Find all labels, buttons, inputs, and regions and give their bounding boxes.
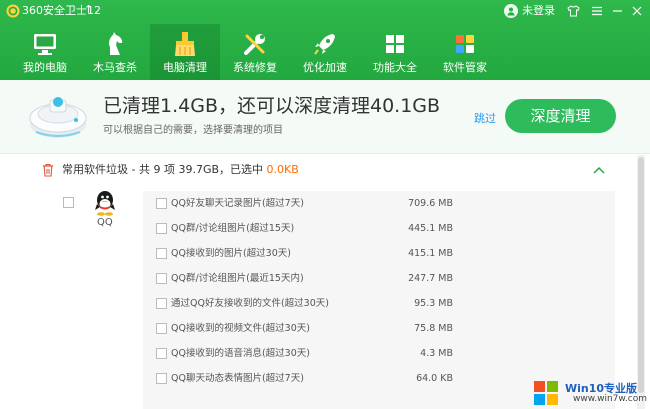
item-name: QQ接收到的语音消息(超过30天) [171, 348, 310, 359]
watermark: Win10专业版 www.win7w.com [533, 380, 650, 409]
qq-select-checkbox[interactable] [63, 197, 74, 208]
item-checkbox[interactable] [156, 248, 167, 259]
cleanup-banner: 已清理1.4GB，还可以深度清理40.1GB 可以根据自己的需要，选择要清理的项… [0, 80, 650, 154]
item-size: 247.7 MB [408, 273, 453, 284]
trash-icon [43, 163, 53, 177]
grid-icon [386, 35, 404, 53]
list-item[interactable]: 通过QQ好友接收到的文件(超过30天) 95.3 MB [143, 291, 615, 317]
user-name: 未登录 [522, 4, 555, 17]
item-checkbox[interactable] [156, 273, 167, 284]
nav-label: 电脑清理 [163, 61, 207, 74]
banner-subtitle: 可以根据自己的需要，选择要清理的项目 [103, 125, 283, 136]
list-item[interactable]: QQ接收到的视频文件(超过30天) 75.8 MB [143, 316, 615, 342]
apps-icon [456, 35, 474, 53]
qq-penguin-icon [95, 191, 115, 216]
item-name: QQ接收到的图片(超过30天) [171, 248, 291, 259]
nav-all-features[interactable]: 功能大全 [360, 24, 430, 80]
skip-link[interactable]: 跳过 [474, 110, 496, 126]
computer-icon [34, 34, 56, 55]
item-size: 75.8 MB [414, 323, 453, 334]
nav-label: 软件管家 [443, 61, 487, 74]
minimize-icon[interactable] [608, 2, 626, 20]
main-nav: 我的电脑 木马查杀 电脑清理 系统修复 优化加速 功能大全 软件管家 [0, 24, 650, 80]
nav-my-computer[interactable]: 我的电脑 [10, 24, 80, 80]
chevron-up-icon[interactable] [592, 164, 606, 176]
qq-label: QQ [97, 217, 113, 228]
item-checkbox[interactable] [156, 198, 167, 209]
skin-shirt-icon[interactable] [564, 2, 582, 20]
broom-icon [175, 32, 195, 56]
scrollbar[interactable] [637, 155, 645, 409]
item-checkbox[interactable] [156, 348, 167, 359]
nav-label: 木马查杀 [93, 61, 137, 74]
nav-software-manager[interactable]: 软件管家 [430, 24, 500, 80]
item-size: 64.0 KB [416, 373, 453, 384]
item-size: 4.3 MB [420, 348, 453, 359]
robot-vacuum-icon [29, 97, 87, 138]
banner-title: 已清理1.4GB，还可以深度清理40.1GB [103, 95, 441, 117]
user-login[interactable]: 未登录 [504, 4, 555, 18]
item-name: QQ接收到的视频文件(超过30天) [171, 323, 310, 334]
item-checkbox[interactable] [156, 223, 167, 234]
section-summary: 常用软件垃圾 - 共 9 项 39.7GB，已选中 0.0KB [62, 163, 299, 177]
item-name: QQ群/讨论组图片(最近15天内) [171, 273, 304, 284]
item-checkbox[interactable] [156, 373, 167, 384]
section-title: 常用软件垃圾 - 共 9 项 39.7GB，已选中 [62, 163, 267, 176]
header: 360安全卫士12 ↑ 未登录 我的电脑 木马查杀 电脑清理 系统修复 优化加速… [0, 0, 650, 80]
360-logo-icon [6, 4, 20, 18]
cleanup-items: QQ好友聊天记录图片(超过7天) 709.6 MB QQ群/讨论组图片(超过15… [143, 191, 615, 409]
rocket-icon [314, 34, 335, 55]
horse-icon [109, 32, 123, 55]
scroll-thumb[interactable] [638, 157, 644, 393]
wrench-icon [244, 34, 265, 55]
nav-system-repair[interactable]: 系统修复 [220, 24, 290, 80]
upgrade-arrow-icon[interactable]: ↑ [84, 3, 93, 17]
item-size: 95.3 MB [414, 298, 453, 309]
user-avatar-icon [504, 4, 518, 18]
selected-size: 0.0KB [266, 163, 299, 176]
item-checkbox[interactable] [156, 323, 167, 334]
list-item[interactable]: QQ群/讨论组图片(超过15天) 445.1 MB [143, 216, 615, 242]
menu-icon[interactable] [588, 2, 606, 20]
nav-pc-cleanup[interactable]: 电脑清理 [150, 24, 220, 80]
nav-trojan-scan[interactable]: 木马查杀 [80, 24, 150, 80]
title-bar: 360安全卫士12 ↑ 未登录 [0, 0, 650, 22]
item-name: 通过QQ好友接收到的文件(超过30天) [171, 298, 329, 309]
deep-clean-button[interactable]: 深度清理 [505, 99, 616, 133]
nav-label: 优化加速 [303, 61, 347, 74]
list-item[interactable]: QQ接收到的图片(超过30天) 415.1 MB [143, 241, 615, 267]
watermark-url: www.win7w.com [573, 394, 648, 404]
nav-label: 我的电脑 [23, 61, 67, 74]
nav-speed-up[interactable]: 优化加速 [290, 24, 360, 80]
nav-label: 功能大全 [373, 61, 417, 74]
item-size: 445.1 MB [408, 223, 453, 234]
list-item[interactable]: QQ群/讨论组图片(最近15天内) 247.7 MB [143, 266, 615, 292]
item-size: 709.6 MB [408, 198, 453, 209]
item-checkbox[interactable] [156, 298, 167, 309]
cleanup-list: 常用软件垃圾 - 共 9 项 39.7GB，已选中 0.0KB QQ QQ好友聊… [0, 155, 650, 409]
item-name: QQ聊天动态表情图片(超过7天) [171, 373, 304, 384]
list-item[interactable]: QQ接收到的语音消息(超过30天) 4.3 MB [143, 341, 615, 367]
item-name: QQ好友聊天记录图片(超过7天) [171, 198, 304, 209]
close-icon[interactable] [628, 2, 646, 20]
windows-logo-icon [534, 381, 558, 405]
nav-label: 系统修复 [233, 61, 277, 74]
item-size: 415.1 MB [408, 248, 453, 259]
item-name: QQ群/讨论组图片(超过15天) [171, 223, 295, 234]
section-header[interactable]: 常用软件垃圾 - 共 9 项 39.7GB，已选中 0.0KB [0, 155, 635, 185]
list-item[interactable]: QQ好友聊天记录图片(超过7天) 709.6 MB [143, 191, 615, 217]
